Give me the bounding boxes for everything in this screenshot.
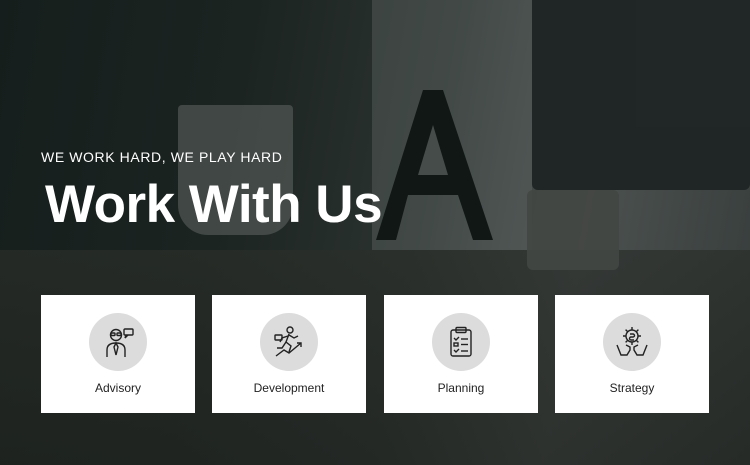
- icon-circle: [89, 313, 147, 371]
- hero-section: WE WORK HARD, WE PLAY HARD Work With Us …: [0, 0, 750, 465]
- card-planning[interactable]: Planning: [384, 295, 538, 413]
- card-advisory[interactable]: Advisory: [41, 295, 195, 413]
- card-label: Planning: [437, 381, 485, 395]
- running-growth-icon: [274, 326, 302, 357]
- card-strategy[interactable]: Strategy: [555, 295, 709, 413]
- card-label: Advisory: [94, 381, 141, 395]
- icon-circle: [603, 313, 661, 371]
- card-label: Development: [253, 381, 325, 395]
- card-development[interactable]: Development: [212, 295, 366, 413]
- icon-circle: [260, 313, 318, 371]
- icon-circle: [432, 313, 490, 371]
- hero-eyebrow: WE WORK HARD, WE PLAY HARD: [41, 149, 283, 165]
- card-label: Strategy: [609, 381, 655, 395]
- hero-title: Work With Us: [45, 175, 383, 234]
- service-cards: Advisory Development Planning Strategy: [41, 295, 709, 413]
- clipboard-checklist-icon: [450, 326, 472, 357]
- advisor-person-icon: [106, 328, 134, 357]
- hands-gear-icon: [616, 327, 648, 356]
